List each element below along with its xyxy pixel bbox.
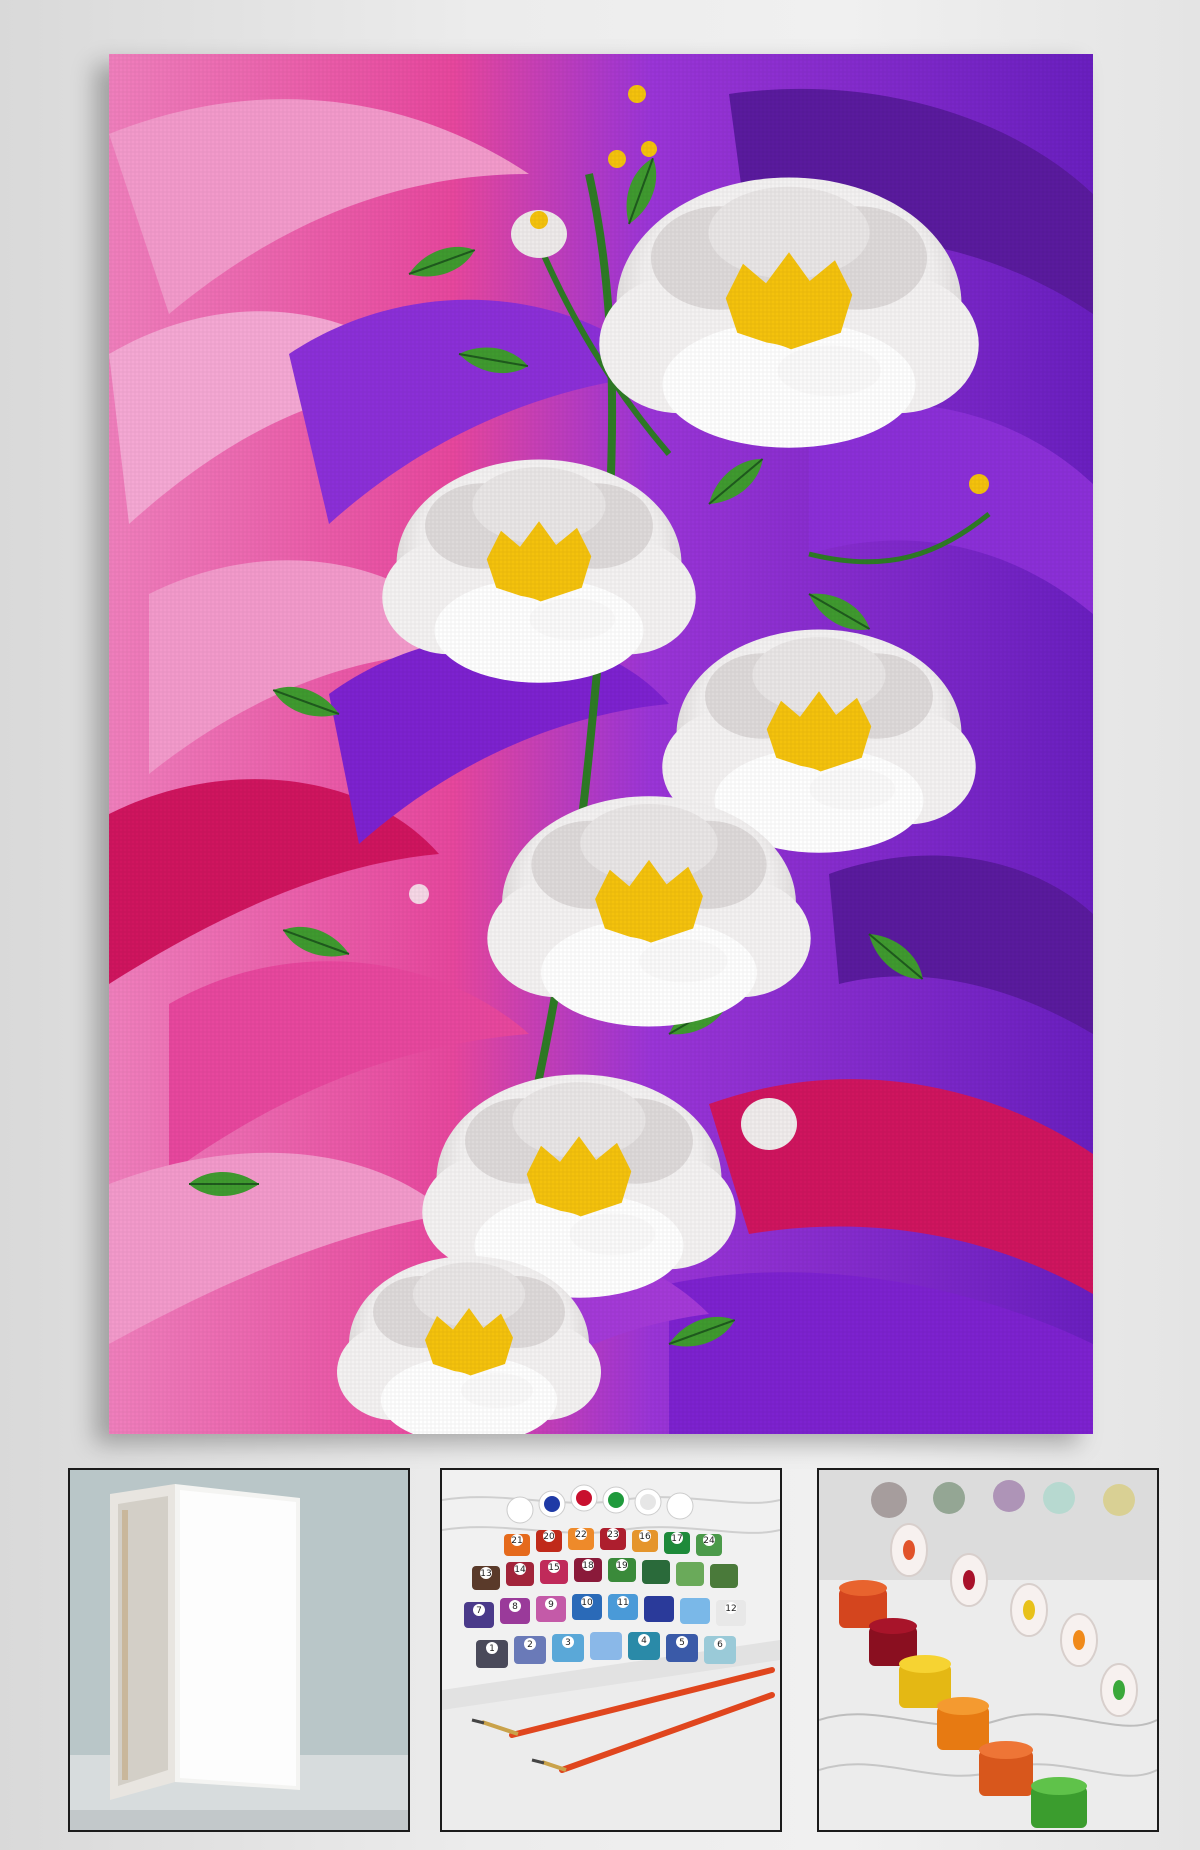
pot-number: 2 xyxy=(527,1640,533,1650)
pot-number: 5 xyxy=(679,1638,685,1648)
pot-number: 24 xyxy=(703,1536,715,1546)
pot-number: 14 xyxy=(514,1565,526,1575)
pot-number: 12 xyxy=(725,1604,736,1614)
pot-number: 20 xyxy=(543,1532,555,1542)
pot-number: 9 xyxy=(548,1600,554,1610)
pot-number: 3 xyxy=(565,1638,571,1648)
peony-painting xyxy=(109,54,1093,1434)
thumbnail-paint-pots-closeup[interactable] xyxy=(817,1468,1159,1832)
main-painting-canvas xyxy=(109,54,1093,1434)
pot-number: 23 xyxy=(607,1530,618,1540)
pot-number: 15 xyxy=(548,1563,559,1573)
pot-number: 13 xyxy=(480,1569,491,1579)
pot-number: 11 xyxy=(617,1598,628,1608)
pot-number: 7 xyxy=(476,1606,482,1616)
pot-number: 19 xyxy=(616,1561,628,1571)
pot-number: 17 xyxy=(671,1534,682,1544)
pot-number: 18 xyxy=(582,1561,594,1571)
pot-number: 8 xyxy=(512,1602,518,1612)
pot-number: 4 xyxy=(641,1636,647,1646)
pot-number: 6 xyxy=(717,1640,723,1650)
pot-number: 10 xyxy=(581,1598,593,1608)
pot-number: 1 xyxy=(489,1644,495,1654)
pot-number: 21 xyxy=(511,1536,522,1546)
pot-number: 16 xyxy=(639,1532,651,1542)
paint-closeup-photo xyxy=(819,1470,1157,1830)
paint-pots-photo: 21 20 22 23 16 17 24 13 14 15 18 19 7 8 … xyxy=(442,1470,780,1830)
thumbnail-blank-canvas[interactable] xyxy=(68,1468,410,1832)
blank-canvas-photo xyxy=(70,1470,408,1830)
thumbnail-paint-pots-brushes[interactable]: 21 20 22 23 16 17 24 13 14 15 18 19 7 8 … xyxy=(440,1468,782,1832)
pot-number: 22 xyxy=(575,1530,586,1540)
